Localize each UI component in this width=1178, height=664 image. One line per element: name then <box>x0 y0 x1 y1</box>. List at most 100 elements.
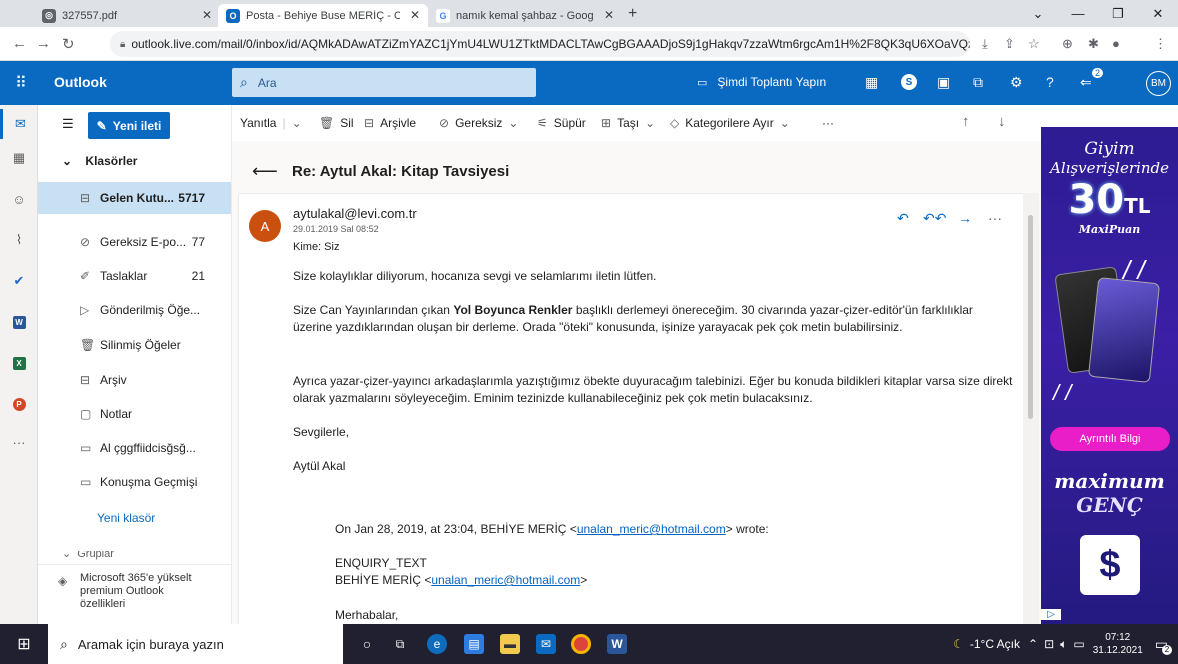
more-apps-icon[interactable]: ··· <box>0 427 38 457</box>
chrome-icon[interactable] <box>571 634 591 654</box>
help-icon[interactable]: ? <box>1046 74 1054 90</box>
reply-button[interactable]: Yanıtla | ⌄ <box>240 116 302 130</box>
forward-icon[interactable]: → <box>36 35 51 52</box>
volume-icon[interactable]: 🔈︎ <box>1060 637 1067 652</box>
new-message-button[interactable]: ✎ Yeni ileti <box>88 112 170 139</box>
tab-google[interactable]: G namık kemal şahbaz - Google'da ✕ <box>428 4 622 27</box>
profile-icon[interactable]: ● <box>1112 36 1120 51</box>
restore-icon[interactable]: ❐ <box>1098 0 1138 27</box>
star-icon[interactable]: ☆ <box>1028 36 1040 52</box>
upsell-banner[interactable]: ◈ Microsoft 365'e yükselt premium Outloo… <box>38 564 231 624</box>
reload-icon[interactable]: ↻ <box>62 35 75 53</box>
word-icon[interactable]: W <box>0 307 38 337</box>
close-window-icon[interactable]: ✕ <box>1138 0 1178 27</box>
folders-header[interactable]: ⌄ Klasörler <box>62 154 137 168</box>
more-button[interactable]: ··· <box>822 116 834 130</box>
avatar[interactable]: BM <box>1146 71 1171 96</box>
archive-button[interactable]: ⊟ Arşivle <box>364 116 416 130</box>
tab-search-icon[interactable]: ⌄ <box>1018 0 1058 27</box>
clock[interactable]: 07:12 31.12.2021 <box>1093 631 1143 657</box>
share-icon[interactable]: ⇪ <box>1004 36 1015 52</box>
ad-choices-icon[interactable]: ▷ <box>1041 609 1061 620</box>
address-bar[interactable]: 🔒︎ outlook.live.com/mail/0/inbox/id/AQMk… <box>110 31 970 57</box>
new-tab-button[interactable]: + <box>628 5 637 23</box>
folder-sent[interactable]: ▷ Gönderilmiş Öğe... <box>38 294 231 326</box>
menu-dots-icon[interactable]: ⋮ <box>1154 36 1167 52</box>
app-launcher-icon[interactable]: ⠿ <box>0 61 42 105</box>
tab-pdf[interactable]: ◎ 327557.pdf ✕ <box>34 4 220 27</box>
ad-sub: MaxiPuan <box>1078 223 1141 236</box>
notification-icon[interactable]: ⇐ <box>1080 74 1092 91</box>
cortana-icon[interactable]: ○ <box>357 634 377 654</box>
scrollbar-thumb[interactable] <box>1028 215 1033 419</box>
folder-conversation-history[interactable]: ▭ Konuşma Geçmişi <box>38 466 231 498</box>
ad-details-button[interactable]: Ayrıntılı Bilgi <box>1050 427 1170 451</box>
powerpoint-icon[interactable]: P <box>0 389 38 419</box>
delete-button[interactable]: 🗑︎ Sil <box>319 116 354 130</box>
attachment-icon[interactable]: ⌇ <box>0 225 38 255</box>
people-icon[interactable]: ☺ <box>0 184 38 214</box>
sweep-button[interactable]: ⚟ Süpür <box>537 116 586 130</box>
excel-icon[interactable]: X <box>0 348 38 378</box>
skype-icon[interactable]: S <box>901 74 917 90</box>
hamburger-icon[interactable]: ☰ <box>62 116 74 132</box>
folder-archive[interactable]: ⊟ Arşiv <box>38 364 231 396</box>
forward-icon[interactable]: → <box>958 210 972 226</box>
close-icon[interactable]: ✕ <box>604 8 614 22</box>
back-arrow-icon[interactable]: ⟵ <box>252 161 278 182</box>
move-button[interactable]: ⊞ Taşı ⌄ <box>601 116 655 130</box>
battery-icon[interactable]: ▭ <box>1073 637 1084 651</box>
puzzle-icon[interactable]: ✱ <box>1088 36 1099 52</box>
scrollbar[interactable] <box>1023 193 1039 624</box>
reply-all-icon[interactable]: ↶↶ <box>923 210 946 227</box>
reply-icon[interactable]: ↶ <box>897 210 909 227</box>
junk-button[interactable]: ⊘ Gereksiz ⌄ <box>439 116 518 130</box>
arrow-up-icon[interactable]: ↑ <box>962 113 970 130</box>
arrow-down-icon[interactable]: ↓ <box>998 113 1006 130</box>
back-icon[interactable]: ← <box>12 35 27 52</box>
folder-deleted[interactable]: 🗑︎ Silinmiş Öğeler <box>38 329 231 361</box>
store-icon[interactable]: ▤ <box>464 634 484 654</box>
tab-outlook[interactable]: O Posta - Behiye Buse MERİÇ - Out ✕ <box>218 4 428 27</box>
mail-icon[interactable]: ✉ <box>0 109 38 139</box>
todo-check-icon[interactable]: ✔ <box>0 266 38 296</box>
search-input[interactable]: ⌕ Ara <box>232 68 536 97</box>
settings-icon[interactable]: ⚙ <box>1010 74 1023 91</box>
sender-email[interactable]: aytulakal@levi.com.tr <box>293 206 417 221</box>
tag-icon: ◇ <box>670 116 680 130</box>
office-icon[interactable]: ▣ <box>937 74 950 91</box>
task-view-icon[interactable]: ⧉ <box>390 634 410 654</box>
mail-app-icon[interactable]: ✉ <box>536 634 556 654</box>
grid-icon[interactable]: ▦ <box>865 74 878 91</box>
close-icon[interactable]: ✕ <box>410 8 420 22</box>
categorize-button[interactable]: ◇ Kategorilere Ayır ⌄ <box>670 116 790 130</box>
meet-now-button[interactable]: ▭ Şimdi Toplantı Yapın <box>697 75 826 89</box>
close-icon[interactable]: ✕ <box>202 8 212 22</box>
edge-icon[interactable]: e <box>427 634 447 654</box>
brand-title[interactable]: Outlook <box>54 74 107 90</box>
folder-junk[interactable]: ⊘ Gereksiz E-po... 77 <box>38 226 231 258</box>
folder-inbox[interactable]: ⊟ Gelen Kutu... 5717 <box>38 182 231 214</box>
file-explorer-icon[interactable]: ▬ <box>500 634 520 654</box>
quote-email-link[interactable]: unalan_meric@hotmail.com <box>577 522 726 536</box>
network-icon[interactable]: ⊡ <box>1044 637 1054 651</box>
folder-notes[interactable]: ▢ Notlar <box>38 398 231 430</box>
new-folder-link[interactable]: Yeni klasör <box>97 511 155 525</box>
install-icon[interactable]: ⤓ <box>982 36 988 52</box>
quoted-email-link[interactable]: unalan_meric@hotmail.com <box>431 573 580 587</box>
chevron-up-icon[interactable]: ⌃ <box>1028 637 1038 651</box>
extension-icon[interactable]: ⊕ <box>1062 36 1073 52</box>
calendar-icon[interactable]: ▦ <box>0 143 38 173</box>
groups-header[interactable]: ⌄ Gruplar <box>62 551 114 561</box>
minimize-icon[interactable]: — <box>1058 0 1098 27</box>
note-icon: ▢ <box>80 407 92 421</box>
more-actions-icon[interactable]: ··· <box>988 210 1002 226</box>
folder-custom[interactable]: ▭ Al çggffiidcisğsğ... <box>38 432 231 464</box>
folder-drafts[interactable]: ✐ Taslaklar 21 <box>38 260 231 292</box>
todo-icon[interactable]: ⧉ <box>973 74 983 91</box>
word-taskbar-icon[interactable]: W <box>607 634 627 654</box>
advertisement[interactable]: Giyim Alışverişlerinde 30TL MaxiPuan / /… <box>1041 105 1178 624</box>
taskbar-search[interactable]: ⌕ Aramak için buraya yazın <box>48 624 343 664</box>
action-center-icon[interactable]: ▭ 2 <box>1155 636 1172 655</box>
windows-start-icon[interactable]: ⊞ <box>0 624 48 664</box>
